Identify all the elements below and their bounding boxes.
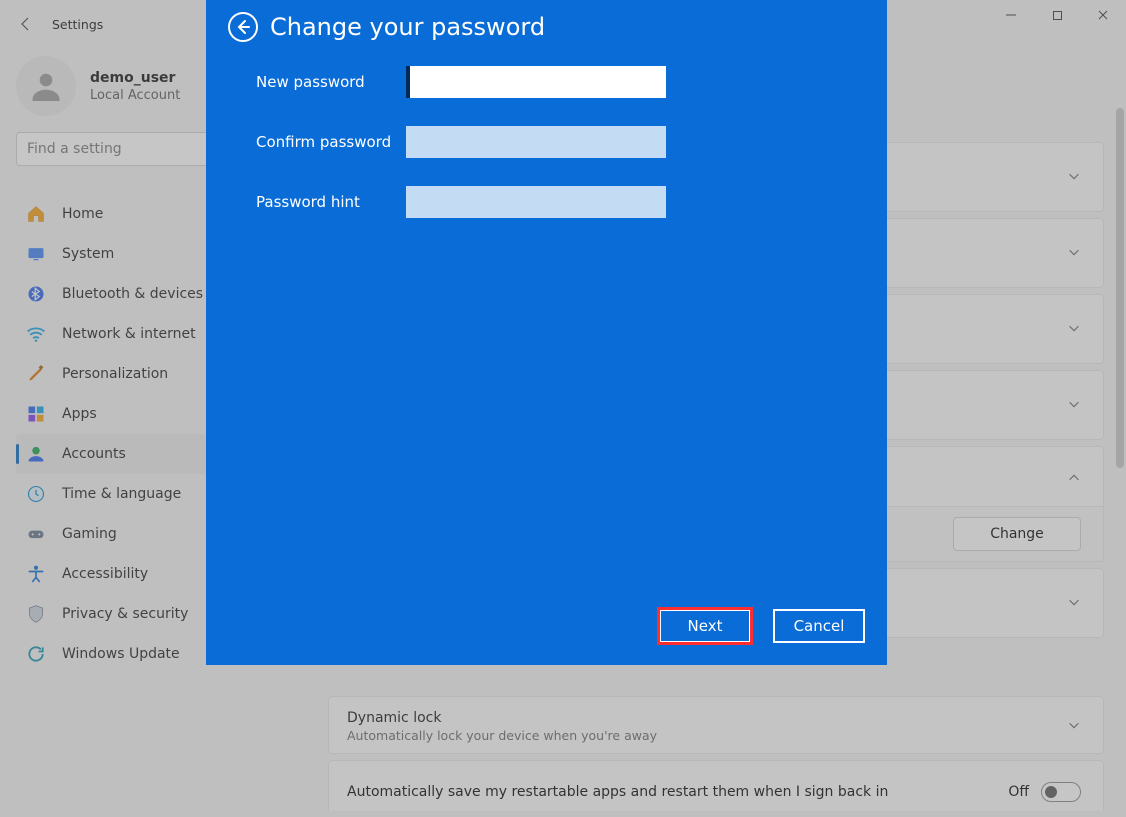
user-name: demo_user xyxy=(90,70,180,86)
next-button[interactable]: Next xyxy=(659,609,751,643)
dialog-title: Change your password xyxy=(270,13,545,41)
auto-save-row: Automatically save my restartable apps a… xyxy=(328,760,1104,811)
chevron-down-icon xyxy=(1067,396,1081,415)
auto-save-toggle[interactable] xyxy=(1041,782,1081,802)
bluetooth-icon xyxy=(26,284,46,304)
sidebar-item-label: Apps xyxy=(62,406,97,422)
change-password-dialog: Change your password New password Confir… xyxy=(206,0,887,665)
sidebar-item-label: Time & language xyxy=(62,486,181,502)
chevron-down-icon xyxy=(1067,168,1081,187)
change-password-form: New password Confirm password Password h… xyxy=(206,50,887,218)
chevron-down-icon xyxy=(1067,717,1081,736)
password-hint-label: Password hint xyxy=(256,193,402,211)
sidebar-item-label: Privacy & security xyxy=(62,606,188,622)
accessibility-icon xyxy=(26,564,46,584)
dialog-footer: Next Cancel xyxy=(659,609,865,643)
brush-icon xyxy=(26,364,46,384)
home-icon xyxy=(26,204,46,224)
apps-icon xyxy=(26,404,46,424)
app-title: Settings xyxy=(52,17,103,32)
sidebar-item-label: Windows Update xyxy=(62,646,180,662)
auto-save-label: Automatically save my restartable apps a… xyxy=(347,784,888,800)
chevron-up-icon xyxy=(1067,470,1081,489)
shield-icon xyxy=(26,604,46,624)
new-password-input[interactable] xyxy=(406,66,666,98)
change-button[interactable]: Change xyxy=(953,517,1081,551)
sidebar-item-label: Personalization xyxy=(62,366,168,382)
sidebar-item-label: Gaming xyxy=(62,526,117,542)
dialog-header: Change your password xyxy=(206,0,887,50)
titlebar-back-button[interactable] xyxy=(12,10,40,38)
password-hint-input[interactable] xyxy=(406,186,666,218)
gamepad-icon xyxy=(26,524,46,544)
sidebar-item-label: Accessibility xyxy=(62,566,148,582)
settings-window: Settings demo_user Local Account Home xyxy=(0,0,1126,817)
update-icon xyxy=(26,644,46,664)
dialog-back-button[interactable] xyxy=(228,12,258,42)
sidebar-item-label: Network & internet xyxy=(62,326,196,342)
toggle-state-text: Off xyxy=(1008,784,1029,800)
dynamic-lock-title: Dynamic lock xyxy=(347,710,657,726)
chevron-down-icon xyxy=(1067,320,1081,339)
sidebar-item-label: Home xyxy=(62,206,103,222)
avatar xyxy=(16,56,76,116)
cancel-button[interactable]: Cancel xyxy=(773,609,865,643)
system-icon xyxy=(26,244,46,264)
confirm-password-input[interactable] xyxy=(406,126,666,158)
dynamic-lock-row[interactable]: Dynamic lock Automatically lock your dev… xyxy=(328,696,1104,754)
clock-icon xyxy=(26,484,46,504)
dynamic-lock-subtitle: Automatically lock your device when you'… xyxy=(347,728,657,743)
maximize-button[interactable] xyxy=(1034,0,1080,30)
chevron-down-icon xyxy=(1067,244,1081,263)
scrollbar[interactable] xyxy=(1116,108,1124,468)
sidebar-item-label: System xyxy=(62,246,114,262)
person-icon xyxy=(26,444,46,464)
close-button[interactable] xyxy=(1080,0,1126,30)
user-account-type: Local Account xyxy=(90,88,180,103)
sidebar-item-label: Accounts xyxy=(62,446,126,462)
confirm-password-label: Confirm password xyxy=(256,133,402,151)
minimize-button[interactable] xyxy=(988,0,1034,30)
wifi-icon xyxy=(26,324,46,344)
sidebar-item-label: Bluetooth & devices xyxy=(62,286,203,302)
new-password-label: New password xyxy=(256,73,402,91)
window-controls xyxy=(988,0,1126,30)
chevron-down-icon xyxy=(1067,594,1081,613)
